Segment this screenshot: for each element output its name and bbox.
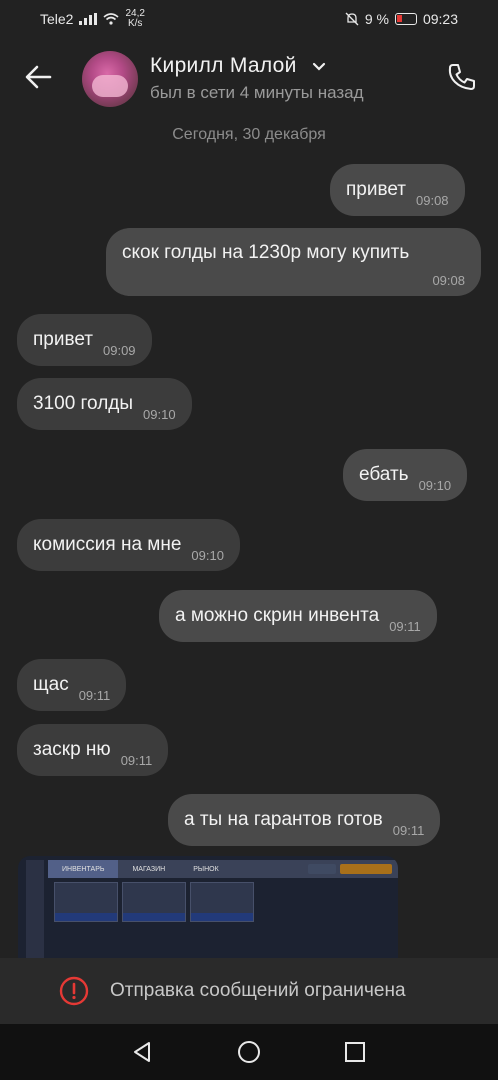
message-text: а можно скрин инвента <box>175 605 380 626</box>
message-text: скок голды на 1230р могу купить <box>122 242 410 263</box>
status-left: Tele2 24,2 K/s <box>40 9 145 29</box>
last-seen-status: был в сети 4 минуты назад <box>150 83 364 102</box>
message-time: 09:08 <box>416 193 449 208</box>
message-time: 09:09 <box>103 343 136 358</box>
clock: 09:23 <box>422 11 458 27</box>
chat-header: Кирилл Малой был в сети 4 минуты назад <box>0 40 498 120</box>
wifi-icon <box>103 13 119 25</box>
mute-bell-icon <box>345 12 359 26</box>
message-time: 09:11 <box>389 619 421 634</box>
message-text: щас <box>33 674 69 695</box>
message-text: 3100 голды <box>33 393 134 414</box>
message-bubble-outgoing[interactable]: скок голды на 1230р могу купить 09:08 <box>106 228 481 296</box>
game-tab: ИНВЕНТАРЬ <box>48 860 119 878</box>
message-bubble-outgoing[interactable]: привет 09:08 <box>330 164 465 216</box>
system-nav-bar <box>0 1024 498 1080</box>
date-separator: Сегодня, 30 декабря <box>172 126 326 143</box>
message-time: 09:10 <box>143 407 176 422</box>
carrier-label: Tele2 <box>40 11 74 27</box>
message-text: ебать <box>359 464 409 485</box>
warning-icon <box>59 976 89 1006</box>
message-time: 09:10 <box>191 548 224 563</box>
contact-name[interactable]: Кирилл Малой <box>150 54 297 78</box>
signal-icon <box>79 13 98 25</box>
status-bar: Tele2 24,2 K/s 9 % 09:23 <box>0 0 498 38</box>
battery-percent: 9 % <box>364 11 389 27</box>
composer-restricted: Отправка сообщений ограничена <box>0 958 498 1024</box>
battery-icon <box>394 13 417 25</box>
message-bubble-incoming[interactable]: 3100 голды 09:10 <box>17 378 192 430</box>
message-time: 09:08 <box>432 273 465 288</box>
message-text: привет <box>33 329 93 350</box>
back-arrow-icon[interactable] <box>22 60 56 94</box>
game-item-rifle <box>54 882 118 922</box>
restricted-message: Отправка сообщений ограничена <box>110 980 406 1001</box>
game-item-sticker <box>190 882 254 922</box>
message-time: 09:11 <box>78 688 111 703</box>
message-text: а ты на гарантов готов <box>184 809 383 830</box>
message-bubble-outgoing[interactable]: а ты на гарантов готов 09:11 <box>168 794 441 846</box>
circle-home-icon[interactable] <box>237 1040 261 1064</box>
game-item-charm <box>122 882 186 922</box>
net-speed-unit: K/s <box>127 18 143 29</box>
image-attachment[interactable]: ИНВЕНТАРЬ МАГАЗИН РЫНОК <box>18 856 398 958</box>
message-bubble-incoming[interactable]: привет 09:09 <box>17 314 152 366</box>
message-text: заскр ню <box>33 739 111 760</box>
message-bubble-outgoing[interactable]: а можно скрин инвента 09:11 <box>159 590 437 642</box>
message-time: 09:11 <box>120 753 153 768</box>
avatar[interactable] <box>82 51 138 107</box>
message-bubble-incoming[interactable]: комиссия на мне 09:10 <box>17 519 240 571</box>
triangle-back-icon[interactable] <box>130 1040 154 1064</box>
game-gold-balance <box>340 864 392 874</box>
game-tab: МАГАЗИН <box>132 865 166 873</box>
game-tab: РЫНОК <box>193 865 219 873</box>
game-coin-balance <box>308 864 336 874</box>
message-bubble-incoming[interactable]: щас 09:11 <box>17 659 127 711</box>
phone-icon[interactable] <box>445 60 479 94</box>
message-time: 09:10 <box>418 478 452 493</box>
message-bubble-outgoing[interactable]: ебать 09:10 <box>343 449 468 501</box>
net-speed: 24,2 K/s <box>125 9 144 29</box>
status-right: 9 % 09:23 <box>345 11 458 27</box>
message-time: 09:11 <box>392 823 425 838</box>
message-text: привет <box>346 179 406 200</box>
message-bubble-incoming[interactable]: заскр ню 09:11 <box>17 724 169 776</box>
chevron-down-icon[interactable] <box>312 62 326 72</box>
game-sidebar <box>26 860 44 958</box>
message-text: комиссия на мне <box>33 534 182 555</box>
square-recent-icon[interactable] <box>343 1040 367 1064</box>
